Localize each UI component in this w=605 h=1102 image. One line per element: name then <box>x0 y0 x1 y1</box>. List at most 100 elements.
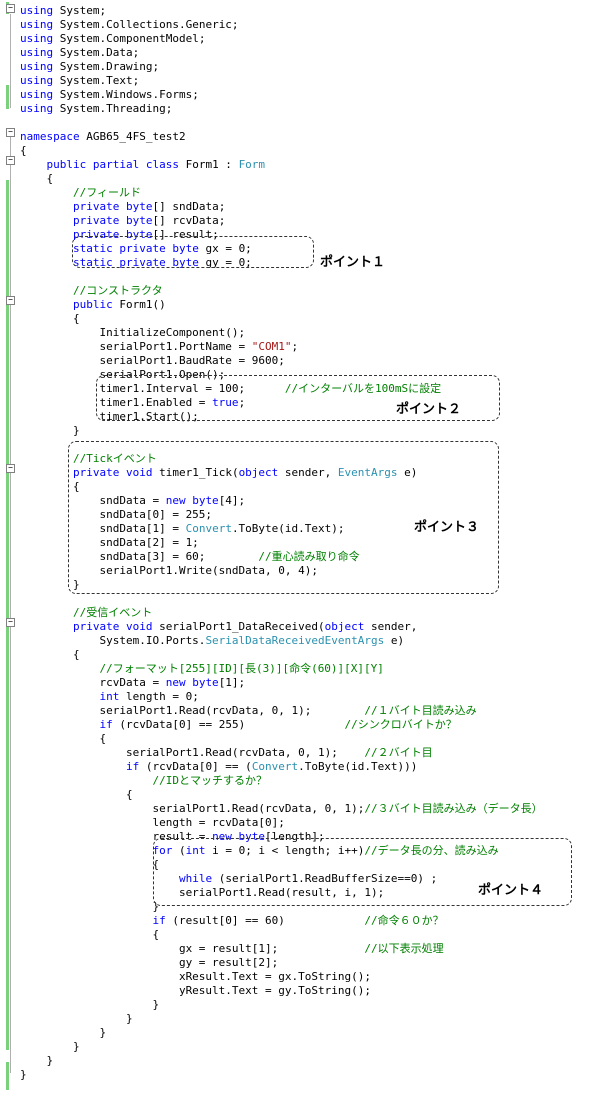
callout-label-3: ポイント３ <box>414 520 480 535</box>
collapse-icon[interactable]: − <box>6 4 15 13</box>
code-token: serialPort1.Read(rcvData, 0, 1); <box>20 802 365 815</box>
code-token: using <box>20 18 54 31</box>
code-token: public <box>72 298 113 311</box>
code-token: if <box>99 718 113 731</box>
collapse-icon[interactable]: − <box>6 464 15 473</box>
code-editor[interactable]: − − − − − − using System; using System.Co… <box>0 0 605 1102</box>
code-token: //受信イベント <box>72 606 153 619</box>
code-line: using System.Text; <box>20 74 139 88</box>
change-bar <box>6 1062 9 1090</box>
code-token: [] rcvData; <box>152 214 226 227</box>
code-token: { <box>20 172 54 185</box>
code-token: serialPort1.PortName = <box>20 340 252 353</box>
code-token: System.Drawing; <box>53 60 160 73</box>
code-token: using <box>20 4 54 17</box>
code-token: yResult.Text = gy.ToString(); <box>20 984 371 997</box>
code-line: using System; <box>20 4 106 18</box>
code-token: //１バイト目読み込み <box>364 704 477 717</box>
code-line: } <box>20 900 159 914</box>
code-token: new byte <box>165 676 219 689</box>
change-bar <box>6 180 9 1050</box>
code-token: serialPort1.Read(rcvData, 0, 1); <box>20 746 365 759</box>
code-line: serialPort1.PortName = "COM1"; <box>20 340 298 354</box>
code-token: } <box>20 1040 80 1053</box>
code-token: (result[0] == 60) <box>165 914 365 927</box>
code-token: using <box>20 88 54 101</box>
code-token: { <box>20 788 133 801</box>
collapse-icon[interactable]: − <box>6 128 15 137</box>
code-line: InitializeComponent(); <box>20 326 245 340</box>
code-token: .ToByte(id.Text))) <box>298 760 418 773</box>
code-token: [1]; <box>218 676 246 689</box>
code-token: ; <box>291 340 299 353</box>
code-token: length = 0; <box>119 690 199 703</box>
code-line: } <box>20 424 80 438</box>
code-line: { <box>20 312 80 326</box>
code-line: using System.Windows.Forms; <box>20 88 199 102</box>
code-line: int length = 0; <box>20 690 199 704</box>
code-line: { <box>20 732 106 746</box>
code-token: System.Threading; <box>53 102 173 115</box>
code-token: //フィールド <box>72 186 142 199</box>
code-token: length = rcvData[0]; <box>20 816 285 829</box>
collapse-icon[interactable]: − <box>6 296 15 305</box>
code-token: { <box>20 648 80 661</box>
code-line: //IDとマッチするか？ <box>20 774 267 788</box>
code-token: //２バイト目 <box>364 746 433 759</box>
outline-guide <box>10 473 11 583</box>
code-token: if <box>125 760 140 773</box>
code-token: } <box>20 1012 133 1025</box>
collapse-icon[interactable]: − <box>6 618 15 627</box>
code-line: { <box>20 858 159 872</box>
code-token: gy = result[2]; <box>20 956 279 969</box>
code-token: sender, <box>364 620 418 633</box>
code-token: using <box>20 60 54 73</box>
code-token: serialPort1_DataReceived( <box>152 620 325 633</box>
code-token: SerialDataReceivedEventArgs <box>205 634 385 647</box>
code-line: if (rcvData[0] == 255) //シンクロバイトか？ <box>20 718 456 732</box>
code-token: using <box>20 32 54 45</box>
code-line: yResult.Text = gy.ToString(); <box>20 984 371 998</box>
collapse-icon[interactable]: − <box>6 156 15 165</box>
code-token: xResult.Text = gx.ToString(); <box>20 970 371 983</box>
code-line: serialPort1.Read(rcvData, 0, 1); //１バイト目… <box>20 704 477 718</box>
code-token: int <box>99 690 120 703</box>
code-token: rcvData = <box>20 676 166 689</box>
code-line: public Form1() <box>20 298 166 312</box>
code-token: { <box>20 732 107 745</box>
code-line: { <box>20 144 27 158</box>
code-token: System.Windows.Forms; <box>53 88 199 101</box>
code-token: System.ComponentModel; <box>53 32 206 45</box>
callout-box-1 <box>72 236 314 268</box>
code-line: namespace AGB65_4FS_test2 <box>20 130 186 144</box>
code-line: } <box>20 1068 27 1082</box>
code-token: } <box>20 1026 107 1039</box>
code-token: System; <box>53 4 107 17</box>
code-token: { <box>20 858 160 871</box>
code-token: //コンストラクタ <box>72 284 163 297</box>
code-line: private byte[] sndData; <box>20 200 225 214</box>
code-token: using <box>20 102 54 115</box>
code-line: if (result[0] == 60) //命令６０か？ <box>20 914 443 928</box>
code-token: } <box>20 1068 27 1081</box>
code-token: { <box>20 144 27 157</box>
code-line: serialPort1.Read(rcvData, 0, 1); //２バイト目 <box>20 746 433 760</box>
outline-guide <box>10 627 11 1039</box>
code-token: } <box>20 998 160 1011</box>
code-line: { <box>20 648 80 662</box>
code-line: //受信イベント <box>20 606 152 620</box>
code-token: //IDとマッチするか？ <box>152 774 267 787</box>
code-line: { <box>20 788 133 802</box>
code-token: serialPort1.BaudRate = 9600; <box>20 354 285 367</box>
